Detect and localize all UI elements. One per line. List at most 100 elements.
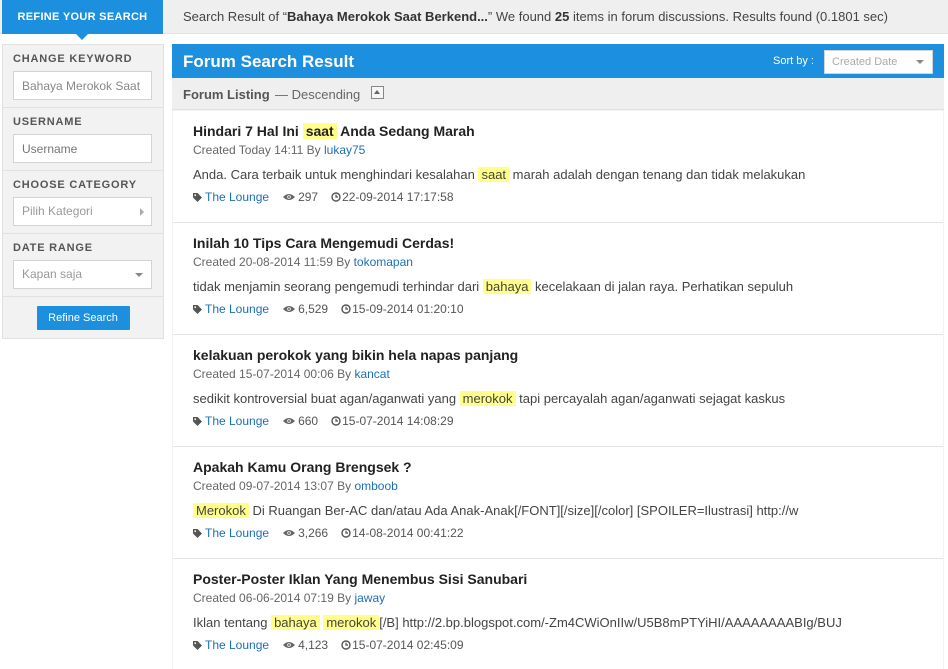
username-input[interactable] [13, 134, 152, 163]
author-link[interactable]: lukay75 [324, 143, 365, 157]
result-title-link[interactable]: Hindari 7 Hal Ini saat Anda Sedang Marah [193, 123, 923, 140]
title-text: Apakah Kamu Orang Brengsek ? [193, 459, 412, 475]
result-meta: Created 15-07-2014 00:06 By kancat [193, 367, 923, 381]
tag-stat: The Lounge [193, 413, 269, 429]
refine-your-search-tab[interactable]: REFINE YOUR SEARCH [2, 0, 163, 40]
chevron-down-icon [916, 60, 924, 64]
keyword-label: CHANGE KEYWORD [13, 53, 133, 65]
title-text: Inilah 10 Tips Cara Mengemudi Cerdas! [193, 235, 455, 251]
username-group: USERNAME [3, 108, 163, 171]
chevron-right-icon [140, 208, 144, 216]
title-text: Poster-Poster Iklan Yang Menembus Sisi S… [193, 571, 528, 587]
snippet-highlight: merokok [323, 615, 380, 630]
eye-icon [283, 417, 296, 425]
title-text: Hindari 7 Hal Ini [193, 123, 303, 139]
category-tag-link[interactable]: The Lounge [205, 525, 269, 541]
category-tag-link[interactable]: The Lounge [205, 189, 269, 205]
result-meta: Created 06-06-2014 07:19 By jaway [193, 591, 923, 605]
view-count: 6,529 [298, 302, 329, 316]
sort-by-select[interactable]: Created Date [824, 50, 933, 74]
category-tag-link[interactable]: The Lounge [205, 413, 269, 429]
title-text: kelakuan perokok yang bikin hela napas p… [193, 347, 519, 363]
snippet-text: marah adalah dengan tenang dan tidak mel… [509, 167, 806, 182]
collapse-toggle-icon[interactable] [371, 86, 384, 99]
category-group: CHOOSE CATEGORY Pilih Kategori [3, 171, 163, 234]
created-text: Created Today 14:11 By [193, 143, 324, 157]
summary-prefix: Search Result of “ [183, 9, 288, 24]
result-snippet: Anda. Cara terbaik untuk menghindari kes… [193, 166, 893, 183]
result-stats: The Lounge 297 22-09-2014 17:17:58 [193, 189, 923, 205]
forum-listing-bar: Forum Listing — Descending [172, 78, 944, 110]
clock-icon [341, 640, 351, 650]
view-count: 4,123 [298, 638, 329, 652]
tag-icon [193, 528, 202, 538]
result-title-link[interactable]: Poster-Poster Iklan Yang Menembus Sisi S… [193, 571, 923, 588]
author-link[interactable]: tokomapan [354, 255, 413, 269]
created-text: Created 09-07-2014 13:07 By [193, 479, 355, 493]
tag-stat: The Lounge [193, 301, 269, 317]
last-post-time: 15-07-2014 02:45:09 [352, 638, 464, 652]
panel-header: Forum Search Result Sort by : Created Da… [172, 44, 944, 78]
snippet-text: sedikit kontroversial buat agan/aganwati… [193, 391, 460, 406]
title-text: Anda Sedang Marah [336, 123, 475, 139]
refine-search-button[interactable]: Refine Search [36, 306, 130, 330]
summary-query: Bahaya Merokok Saat Berkend... [287, 9, 488, 24]
eye-icon [283, 193, 296, 201]
result-meta: Created 20-08-2014 11:59 By tokomapan [193, 255, 923, 269]
result-stats: The Lounge 3,266 14-08-2014 00:41:22 [193, 525, 923, 541]
keyword-input[interactable] [13, 71, 152, 100]
sort-by-label: Sort by : [773, 55, 814, 67]
result-item: Apakah Kamu Orang Brengsek ? Created 09-… [173, 447, 943, 559]
username-label: USERNAME [13, 116, 83, 128]
result-title-link[interactable]: kelakuan perokok yang bikin hela napas p… [193, 347, 923, 364]
category-selected-value: Pilih Kategori [22, 204, 93, 218]
tag-stat: The Lounge [193, 637, 269, 653]
last-post-time: 15-09-2014 01:20:10 [352, 302, 464, 316]
snippet-text: Iklan tentang [193, 615, 272, 630]
result-snippet: Iklan tentang bahaya merokok [/B] http://… [193, 614, 893, 631]
author-link[interactable]: jaway [354, 591, 385, 605]
sort-selected-value: Created Date [832, 56, 898, 68]
snippet-highlight: Merokok [193, 503, 249, 518]
view-count: 660 [298, 414, 319, 428]
listing-title: Forum Listing [183, 87, 270, 102]
refine-sidebar: CHANGE KEYWORD USERNAME CHOOSE CATEGORY … [2, 44, 164, 339]
category-select[interactable]: Pilih Kategori [13, 197, 152, 226]
author-link[interactable]: omboob [354, 479, 397, 493]
category-tag-link[interactable]: The Lounge [205, 637, 269, 653]
snippet-text: Anda. Cara terbaik untuk menghindari kes… [193, 167, 479, 182]
created-text: Created 20-08-2014 11:59 By [193, 255, 354, 269]
result-stats: The Lounge 6,529 15-09-2014 01:20:10 [193, 301, 923, 317]
date-range-group: DATE RANGE Kapan saja [3, 234, 163, 297]
tag-icon [193, 416, 202, 426]
result-snippet: sedikit kontroversial buat agan/aganwati… [193, 390, 893, 407]
result-list: Hindari 7 Hal Ini saat Anda Sedang Marah… [173, 111, 943, 669]
result-title-link[interactable]: Inilah 10 Tips Cara Mengemudi Cerdas! [193, 235, 923, 252]
snippet-highlight: bahaya [271, 615, 320, 630]
last-post-time: 15-07-2014 14:08:29 [342, 414, 454, 428]
chevron-down-icon [135, 273, 143, 277]
last-post-time: 14-08-2014 00:41:22 [352, 526, 464, 540]
result-item: Inilah 10 Tips Cara Mengemudi Cerdas! Cr… [173, 223, 943, 335]
refine-button-wrap: Refine Search [3, 297, 163, 330]
clock-icon [341, 528, 351, 538]
keyword-group: CHANGE KEYWORD [3, 45, 163, 108]
result-stats: The Lounge 4,123 15-07-2014 02:45:09 [193, 637, 923, 653]
result-meta: Created 09-07-2014 13:07 By omboob [193, 479, 923, 493]
created-text: Created 15-07-2014 00:06 By [193, 367, 355, 381]
category-tag-link[interactable]: The Lounge [205, 301, 269, 317]
result-meta: Created Today 14:11 By lukay75 [193, 143, 923, 157]
result-snippet: tidak menjamin seorang pengemudi terhind… [193, 278, 893, 295]
title-highlight: saat [302, 123, 337, 139]
date-range-select[interactable]: Kapan saja [13, 260, 152, 289]
forum-search-result-panel: Forum Search Result Sort by : Created Da… [172, 44, 944, 669]
snippet-highlight: saat [478, 167, 510, 182]
result-item: kelakuan perokok yang bikin hela napas p… [173, 335, 943, 447]
result-snippet: Merokok Di Ruangan Ber-AC dan/atau Ada A… [193, 502, 893, 519]
top-bar: REFINE YOUR SEARCH Search Result of “Bah… [0, 0, 948, 40]
result-title-link[interactable]: Apakah Kamu Orang Brengsek ? [193, 459, 923, 476]
date-range-label: DATE RANGE [13, 242, 93, 254]
tag-icon [193, 304, 202, 314]
author-link[interactable]: kancat [354, 367, 389, 381]
panel-title: Forum Search Result [183, 52, 354, 71]
